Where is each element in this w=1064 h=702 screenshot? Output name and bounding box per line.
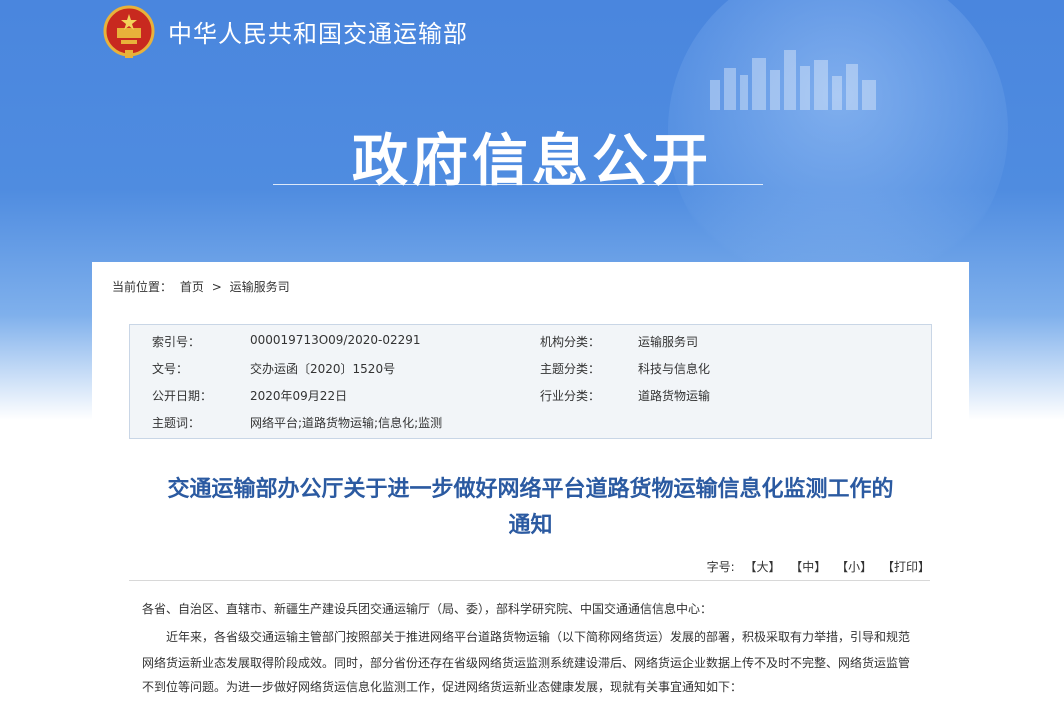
article-paragraph-2-line1: 近年来，各省级交通运输主管部门按照部关于推进网络平台道路货物运输（以下简称网络货… — [166, 630, 911, 644]
agency-category-value: 运输服务司 — [638, 335, 699, 349]
font-small-button[interactable]: 【小】 — [836, 560, 872, 574]
article-title: 交通运输部办公厅关于进一步做好网络平台道路货物运输信息化监测工作的 通知 — [122, 472, 939, 544]
article-title-line2: 通知 — [508, 513, 553, 538]
print-button[interactable]: 【打印】 — [882, 560, 930, 574]
metadata-row: 公开日期： 2020年09月22日 行业分类： 道路货物运输 — [130, 381, 931, 408]
article-paragraph-1: 各省、自治区、直辖市、新疆生产建设兵团交通运输厅（局、委），部科学研究院、中国交… — [142, 602, 713, 616]
article-title-line1: 交通运输部办公厅关于进一步做好网络平台道路货物运输信息化监测工作的 — [167, 477, 894, 502]
agency-category-label: 机构分类： — [540, 335, 601, 349]
industry-category-value: 道路货物运输 — [638, 389, 711, 403]
publish-date-label: 公开日期： — [152, 389, 213, 403]
keywords-label: 主题词： — [152, 416, 201, 430]
metadata-row: 索引号： 000019713O09/2020-02291 机构分类： 运输服务司 — [130, 327, 931, 354]
ministry-name[interactable]: 中华人民共和国交通运输部 — [168, 14, 468, 49]
breadcrumb-separator: > — [211, 280, 222, 294]
index-number-value: 000019713O09/2020-02291 — [250, 333, 421, 347]
city-skyline-icon — [710, 50, 876, 110]
breadcrumb: 当前位置： 首页 > 运输服务司 — [112, 278, 294, 295]
title-divider — [273, 184, 763, 185]
publish-date-value: 2020年09月22日 — [250, 389, 348, 403]
breadcrumb-label: 当前位置： — [112, 280, 173, 294]
font-large-button[interactable]: 【大】 — [744, 560, 780, 574]
metadata-table: 索引号： 000019713O09/2020-02291 机构分类： 运输服务司… — [129, 324, 932, 439]
article-paragraph-2-line3: 不到位等问题。为进一步做好网络货运信息化监测工作，促进网络货运新业态健康发展，现… — [142, 680, 743, 694]
document-number-value: 交办运函〔2020〕1520号 — [250, 362, 396, 376]
index-number-label: 索引号： — [152, 335, 201, 349]
content-panel: 当前位置： 首页 > 运输服务司 索引号： 000019713O09/2020-… — [92, 262, 969, 702]
document-number-label: 文号： — [152, 362, 189, 376]
metadata-row: 文号： 交办运函〔2020〕1520号 主题分类： 科技与信息化 — [130, 354, 931, 381]
article-paragraph-2-line2: 网络货运新业态发展取得阶段成效。同时，部分省份还存在省级网络货运监测系统建设滞后… — [142, 656, 911, 670]
topic-category-value: 科技与信息化 — [638, 362, 711, 376]
breadcrumb-home-link[interactable]: 首页 — [180, 280, 204, 294]
topic-category-label: 主题分类： — [540, 362, 601, 376]
metadata-row: 主题词： 网络平台;道路货物运输;信息化;监测 — [130, 408, 931, 435]
breadcrumb-current-link[interactable]: 运输服务司 — [230, 280, 290, 294]
font-size-label: 字号: — [706, 560, 735, 574]
national-emblem-icon — [103, 5, 155, 58]
industry-category-label: 行业分类： — [540, 389, 601, 403]
font-size-toolbar: 字号: 【大】 【中】 【小】 【打印】 — [129, 558, 930, 581]
font-medium-button[interactable]: 【中】 — [790, 560, 826, 574]
keywords-value: 网络平台;道路货物运输;信息化;监测 — [250, 416, 443, 430]
